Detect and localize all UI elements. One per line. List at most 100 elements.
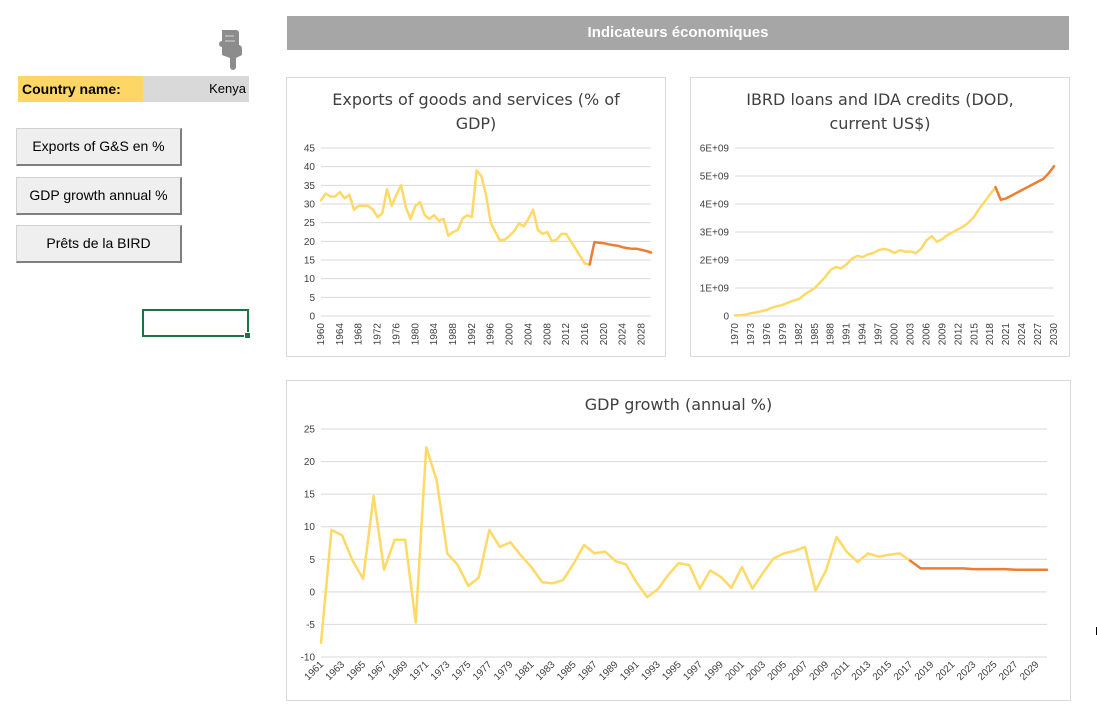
x-tick-label: 1997 — [874, 323, 885, 346]
x-tick-label: 1985 — [555, 659, 579, 683]
x-tick-label: 1988 — [448, 323, 459, 346]
exports-chart[interactable]: Exports of goods and services (% of GDP)… — [286, 77, 666, 357]
x-tick-label: 1994 — [858, 323, 869, 346]
selected-cell[interactable] — [142, 309, 251, 339]
x-tick-label: 2000 — [890, 323, 901, 346]
x-tick-label: 1971 — [408, 659, 432, 683]
x-tick-label: 1992 — [467, 323, 478, 346]
x-tick-label: 1981 — [513, 659, 537, 683]
x-tick-label: 2005 — [766, 659, 790, 683]
x-tick-label: 1979 — [492, 659, 516, 683]
x-tick-label: 1975 — [450, 659, 474, 683]
dashboard-banner: Indicateurs économiques — [287, 16, 1069, 50]
x-tick-label: 2004 — [523, 323, 534, 346]
ibrd-loans-chart[interactable]: IBRD loans and IDA credits (DOD, current… — [690, 77, 1070, 357]
y-tick-label: 40 — [304, 162, 316, 173]
x-tick-label: 2023 — [955, 659, 979, 683]
x-tick-label: 2007 — [787, 659, 811, 683]
y-tick-label: 0 — [309, 587, 315, 598]
exports-button[interactable]: Exports of G&S en % — [16, 128, 182, 166]
y-tick-label: 45 — [304, 144, 316, 155]
x-tick-label: 1970 — [730, 323, 741, 346]
x-tick-label: 1972 — [373, 323, 384, 346]
fill-handle[interactable] — [244, 332, 251, 339]
y-tick-label: 20 — [304, 237, 316, 248]
x-tick-label: 1988 — [826, 323, 837, 346]
y-tick-label: 6E+09 — [700, 144, 730, 155]
x-tick-label: 2012 — [561, 323, 572, 346]
x-tick-label: 1989 — [597, 659, 621, 683]
y-tick-label: 5 — [309, 555, 315, 566]
x-tick-label: 1997 — [681, 659, 705, 683]
x-tick-label: 2000 — [505, 323, 516, 346]
series-line-actual — [319, 169, 591, 266]
series-line-actual — [319, 445, 912, 644]
x-tick-label: 2018 — [985, 323, 996, 346]
x-tick-label: 2025 — [976, 659, 1000, 683]
x-tick-label: 2009 — [808, 659, 832, 683]
x-tick-label: 2013 — [850, 659, 874, 683]
y-tick-label: 20 — [304, 457, 316, 468]
x-tick-label: 1980 — [410, 323, 421, 346]
y-tick-label: 25 — [304, 218, 316, 229]
x-tick-label: 1991 — [842, 323, 853, 346]
x-tick-label: 2011 — [829, 659, 852, 682]
gdp-growth-chart-plot: -10-505101520251961196319651967196919711… — [301, 425, 1049, 683]
x-tick-label: 1993 — [639, 659, 663, 683]
y-tick-label: 5E+09 — [700, 172, 730, 183]
x-tick-label: 1967 — [366, 659, 390, 683]
y-tick-label: 15 — [304, 490, 316, 501]
x-tick-label: 1960 — [316, 323, 327, 346]
x-tick-label: 2024 — [618, 323, 629, 346]
x-tick-label: 2028 — [637, 323, 648, 346]
x-tick-label: 2019 — [913, 659, 937, 683]
series-line-forecast — [908, 559, 1049, 571]
exports-chart-plot: 0 5 10 15 20 25 30 35 40 45 1960 1964 1968 1972 1976 19… — [304, 144, 653, 346]
x-tick-label: 1996 — [486, 323, 497, 346]
y-tick-label: 10 — [304, 274, 316, 285]
gdp-growth-button[interactable]: GDP growth annual % — [16, 177, 182, 215]
x-tick-label: 2029 — [1018, 659, 1042, 683]
x-tick-label: 2027 — [1033, 323, 1044, 346]
y-tick-label: 10 — [304, 522, 316, 533]
y-tick-label: 0 — [723, 312, 729, 323]
country-name-label: Country name: — [18, 76, 143, 102]
x-tick-label: 2003 — [745, 659, 769, 683]
x-tick-label: 2030 — [1049, 323, 1060, 346]
x-tick-label: 1976 — [762, 323, 773, 346]
x-tick-label: 1979 — [778, 323, 789, 346]
y-tick-label: 15 — [304, 256, 316, 267]
series-line-actual — [733, 185, 997, 317]
x-tick-label: 1973 — [746, 323, 757, 346]
x-tick-label: 2016 — [580, 323, 591, 346]
x-tick-label: 2001 — [723, 659, 747, 683]
y-tick-label: 3E+09 — [700, 228, 730, 239]
x-tick-label: 1995 — [660, 659, 684, 683]
ibrd-loans-chart-plot: 0 1E+09 2E+09 3E+09 4E+09 5E+09 6E+09 1970 1973 1… — [700, 144, 1060, 346]
ibrd-loans-button[interactable]: Prêts de la BIRD — [16, 225, 182, 263]
x-tick-label: 1968 — [354, 323, 365, 346]
y-tick-label: 30 — [304, 200, 316, 211]
y-tick-label: 25 — [304, 425, 316, 436]
x-tick-label: 2003 — [905, 323, 916, 346]
y-tick-label: 2E+09 — [700, 256, 730, 267]
series-line-forecast — [588, 240, 653, 266]
x-tick-label: 2015 — [871, 659, 895, 683]
x-tick-label: 2021 — [934, 659, 958, 683]
x-tick-label: 2008 — [542, 323, 553, 346]
x-tick-label: 1963 — [324, 659, 348, 683]
gdp-growth-chart[interactable]: GDP growth (annual %) -10 -5 0 5 10 15 20 25 196… — [286, 380, 1071, 701]
x-tick-label: 1965 — [345, 659, 369, 683]
x-tick-label: 1983 — [534, 659, 558, 683]
x-tick-label: 2009 — [937, 323, 948, 346]
y-tick-label: 5 — [309, 293, 315, 304]
x-tick-label: 1984 — [429, 323, 440, 346]
x-tick-label: 1977 — [471, 659, 495, 683]
x-tick-label: 2027 — [997, 659, 1021, 683]
pointing-hand-icon — [216, 28, 246, 70]
x-tick-label: 1999 — [702, 659, 726, 683]
x-tick-label: 1987 — [576, 659, 600, 683]
country-name-value[interactable]: Kenya — [143, 76, 249, 102]
x-tick-label: 2006 — [921, 323, 932, 346]
x-tick-label: 2012 — [953, 323, 964, 346]
